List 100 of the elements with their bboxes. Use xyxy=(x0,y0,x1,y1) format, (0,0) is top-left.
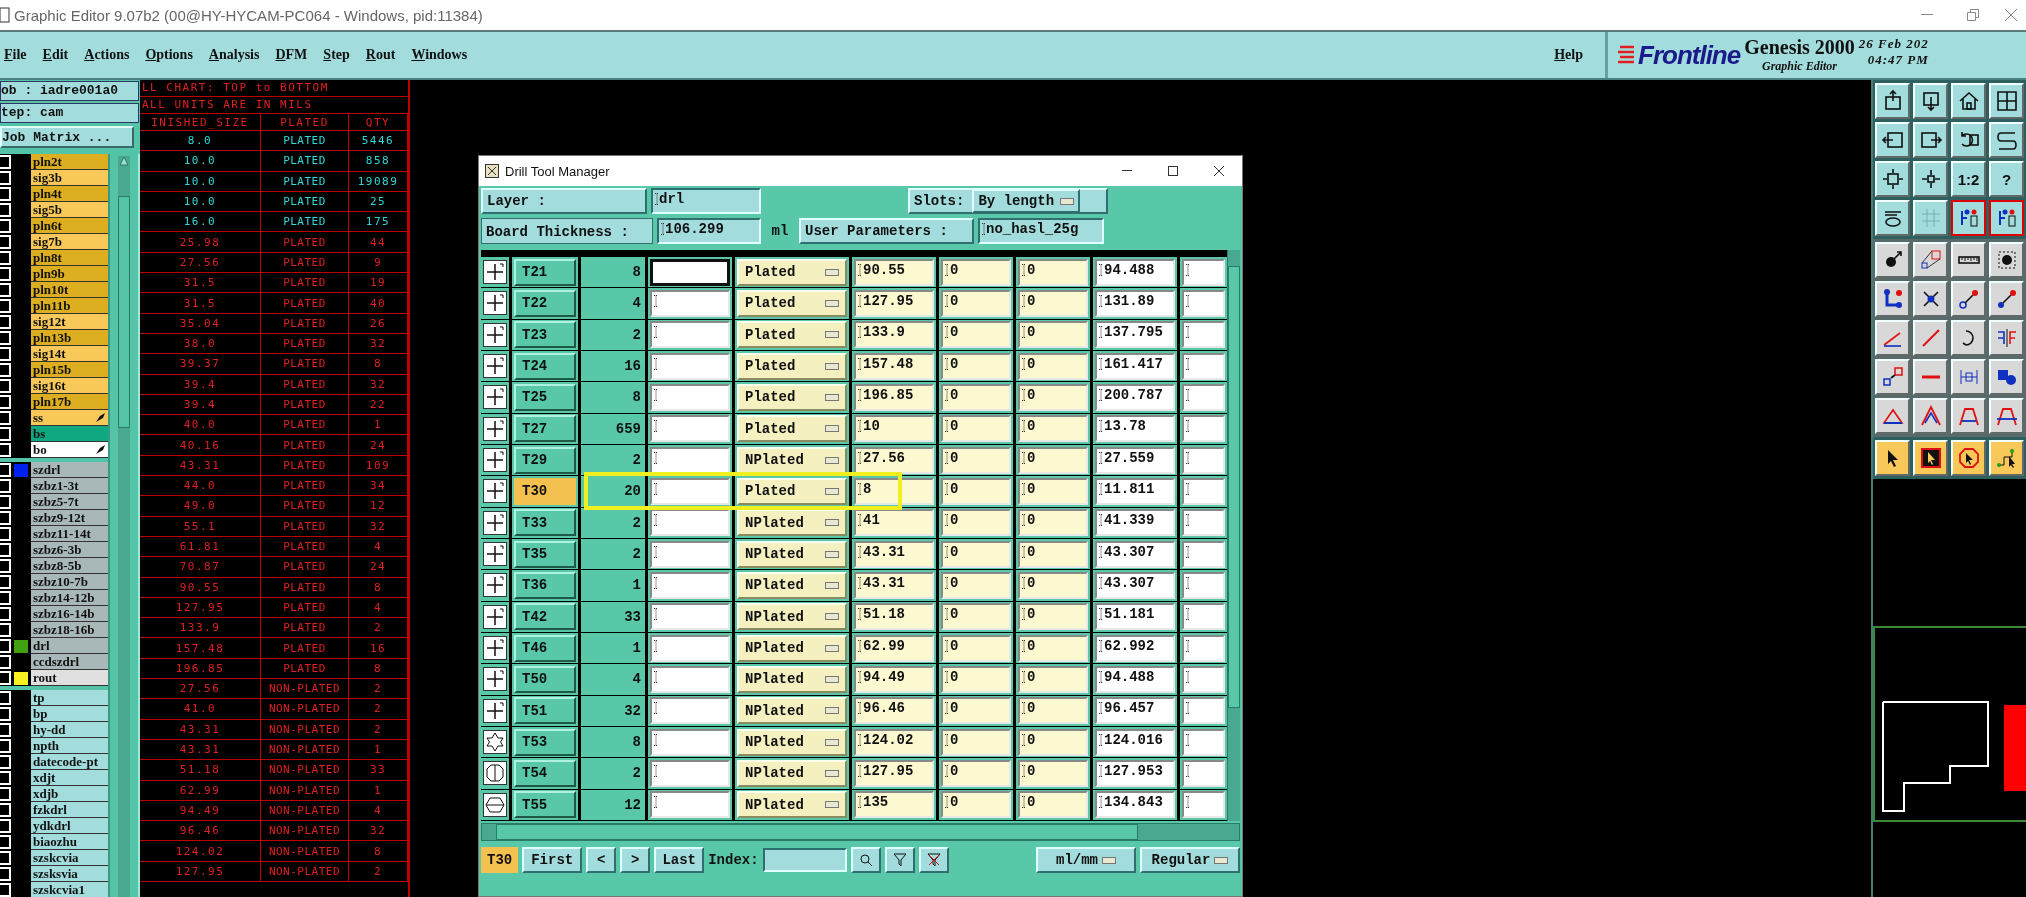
plating-dropdown[interactable]: NPlated xyxy=(737,697,847,725)
tool-button[interactable]: T29 xyxy=(514,446,576,474)
input-field[interactable] xyxy=(650,290,730,317)
tool-button[interactable]: T35 xyxy=(514,540,576,568)
input-field[interactable] xyxy=(1182,352,1225,380)
input-field[interactable] xyxy=(650,321,730,349)
input-field[interactable]: 0 xyxy=(1018,477,1088,505)
layer-checkbox[interactable] xyxy=(0,427,11,441)
layer-checkbox[interactable] xyxy=(0,739,11,753)
input-field[interactable]: 0 xyxy=(941,634,1011,662)
input-field[interactable]: 0 xyxy=(941,791,1011,819)
input-field[interactable] xyxy=(650,728,730,756)
input-field[interactable] xyxy=(1182,415,1225,443)
previous-button[interactable]: < xyxy=(586,847,617,873)
layer-checkbox[interactable] xyxy=(0,755,11,769)
input-field[interactable]: 94.488 xyxy=(1095,665,1175,693)
plating-dropdown[interactable]: NPlated xyxy=(737,603,847,631)
thickness-field[interactable]: 106.299 xyxy=(657,218,761,244)
input-field[interactable]: 131.89 xyxy=(1095,290,1175,317)
input-field[interactable]: 0 xyxy=(1018,258,1088,286)
layer-name[interactable]: sig5b xyxy=(31,202,108,218)
input-field[interactable]: 133.9 xyxy=(854,321,934,349)
input-field[interactable]: 41 xyxy=(854,509,934,537)
slots-dropdown[interactable]: By length xyxy=(972,189,1081,213)
tool-button[interactable]: T46 xyxy=(514,634,576,662)
toolbar-button[interactable]: ? xyxy=(1989,161,2024,197)
menu-item[interactable]: Help xyxy=(1552,47,1591,63)
input-field[interactable] xyxy=(1182,383,1225,411)
plating-dropdown[interactable]: Plated xyxy=(737,321,847,349)
parameters-field[interactable]: no_hasl_25g xyxy=(978,218,1104,244)
input-field[interactable]: 0 xyxy=(1018,352,1088,380)
layer-name[interactable]: sig16t xyxy=(31,378,108,394)
layer-checkbox[interactable] xyxy=(0,379,11,393)
tool-button[interactable]: T25 xyxy=(514,383,576,411)
vertical-scrollbar[interactable] xyxy=(1227,250,1240,821)
tool-button[interactable]: T24 xyxy=(514,352,576,380)
input-field[interactable]: 96.46 xyxy=(854,697,934,725)
layer-name[interactable]: pln13b xyxy=(31,330,108,346)
layer-name[interactable]: biaozhu xyxy=(31,834,108,850)
layer-name[interactable]: sig7b xyxy=(31,234,108,250)
layer-checkbox[interactable] xyxy=(0,851,11,865)
input-field[interactable]: 62.992 xyxy=(1095,634,1175,662)
layer-checkbox[interactable] xyxy=(0,575,11,589)
input-field[interactable]: 161.417 xyxy=(1095,352,1175,380)
user-parameters-button[interactable]: User Parameters : xyxy=(799,218,974,244)
input-field[interactable]: 0 xyxy=(1018,540,1088,568)
layer-checkbox[interactable] xyxy=(0,883,11,897)
input-field[interactable]: 0 xyxy=(941,446,1011,474)
input-field[interactable]: 0 xyxy=(941,571,1011,599)
toolbar-button[interactable] xyxy=(1951,200,1986,236)
input-field[interactable]: 27.56 xyxy=(854,446,934,474)
layer-checkbox[interactable] xyxy=(0,591,11,605)
menu-item[interactable]: Rout xyxy=(363,47,404,63)
layer-label-button[interactable]: Layer : xyxy=(481,188,647,214)
layer-name[interactable]: pln2t xyxy=(31,154,108,170)
layer-checkbox[interactable] xyxy=(0,867,11,881)
last-button[interactable]: Last xyxy=(654,847,705,873)
clear-filter-button[interactable] xyxy=(918,847,949,873)
layer-name[interactable]: pln11b xyxy=(31,298,108,314)
plating-dropdown[interactable]: NPlated xyxy=(737,665,847,693)
menu-item[interactable]: Actions xyxy=(82,47,138,63)
plating-dropdown[interactable]: NPlated xyxy=(737,571,847,599)
input-field[interactable]: 134.843 xyxy=(1095,791,1175,819)
input-field[interactable]: 0 xyxy=(1018,791,1088,819)
layer-checkbox[interactable] xyxy=(0,511,11,525)
layer-checkbox[interactable] xyxy=(0,559,11,573)
input-field[interactable] xyxy=(650,383,730,411)
layer-name[interactable]: tp xyxy=(31,690,108,706)
layer-checkbox[interactable] xyxy=(0,347,11,361)
input-field[interactable]: 0 xyxy=(1018,509,1088,537)
first-button[interactable]: First xyxy=(522,847,583,873)
units-dropdown[interactable]: ml/mm xyxy=(1036,847,1136,873)
layer-checkbox[interactable] xyxy=(0,315,11,329)
layer-name[interactable]: szbz10-7b xyxy=(31,574,108,590)
layer-name[interactable]: szbz6-3b xyxy=(31,542,108,558)
plating-dropdown[interactable]: Plated xyxy=(737,415,847,443)
layer-name[interactable]: pln9b xyxy=(31,266,108,282)
next-button[interactable]: > xyxy=(620,847,651,873)
layer-checkbox[interactable] xyxy=(0,691,11,705)
layer-name[interactable]: szbz16-14b xyxy=(31,606,108,622)
plating-dropdown[interactable]: Plated xyxy=(737,383,847,411)
plating-dropdown[interactable]: Plated xyxy=(737,258,847,286)
layer-name[interactable]: pln8t xyxy=(31,250,108,266)
layer-name[interactable]: ccdszdrl xyxy=(31,654,108,670)
input-field[interactable]: 124.02 xyxy=(854,728,934,756)
layer-name[interactable]: szbz9-12t xyxy=(31,510,108,526)
layer-checkbox[interactable] xyxy=(0,607,11,621)
layer-name[interactable]: bp xyxy=(31,706,108,722)
layer-checkbox[interactable] xyxy=(0,527,11,541)
layer-name[interactable]: pln17b xyxy=(31,394,108,410)
layer-checkbox[interactable] xyxy=(0,495,11,509)
input-field[interactable]: 90.55 xyxy=(854,258,934,286)
menu-item[interactable]: Options xyxy=(143,47,201,63)
input-field[interactable]: 124.016 xyxy=(1095,728,1175,756)
layer-checkbox[interactable] xyxy=(0,363,11,377)
layer-checkbox[interactable] xyxy=(0,331,11,345)
layer-checkbox[interactable] xyxy=(0,283,11,297)
input-field[interactable]: 0 xyxy=(941,383,1011,411)
layer-checkbox[interactable] xyxy=(0,543,11,557)
input-field[interactable]: 51.18 xyxy=(854,603,934,631)
